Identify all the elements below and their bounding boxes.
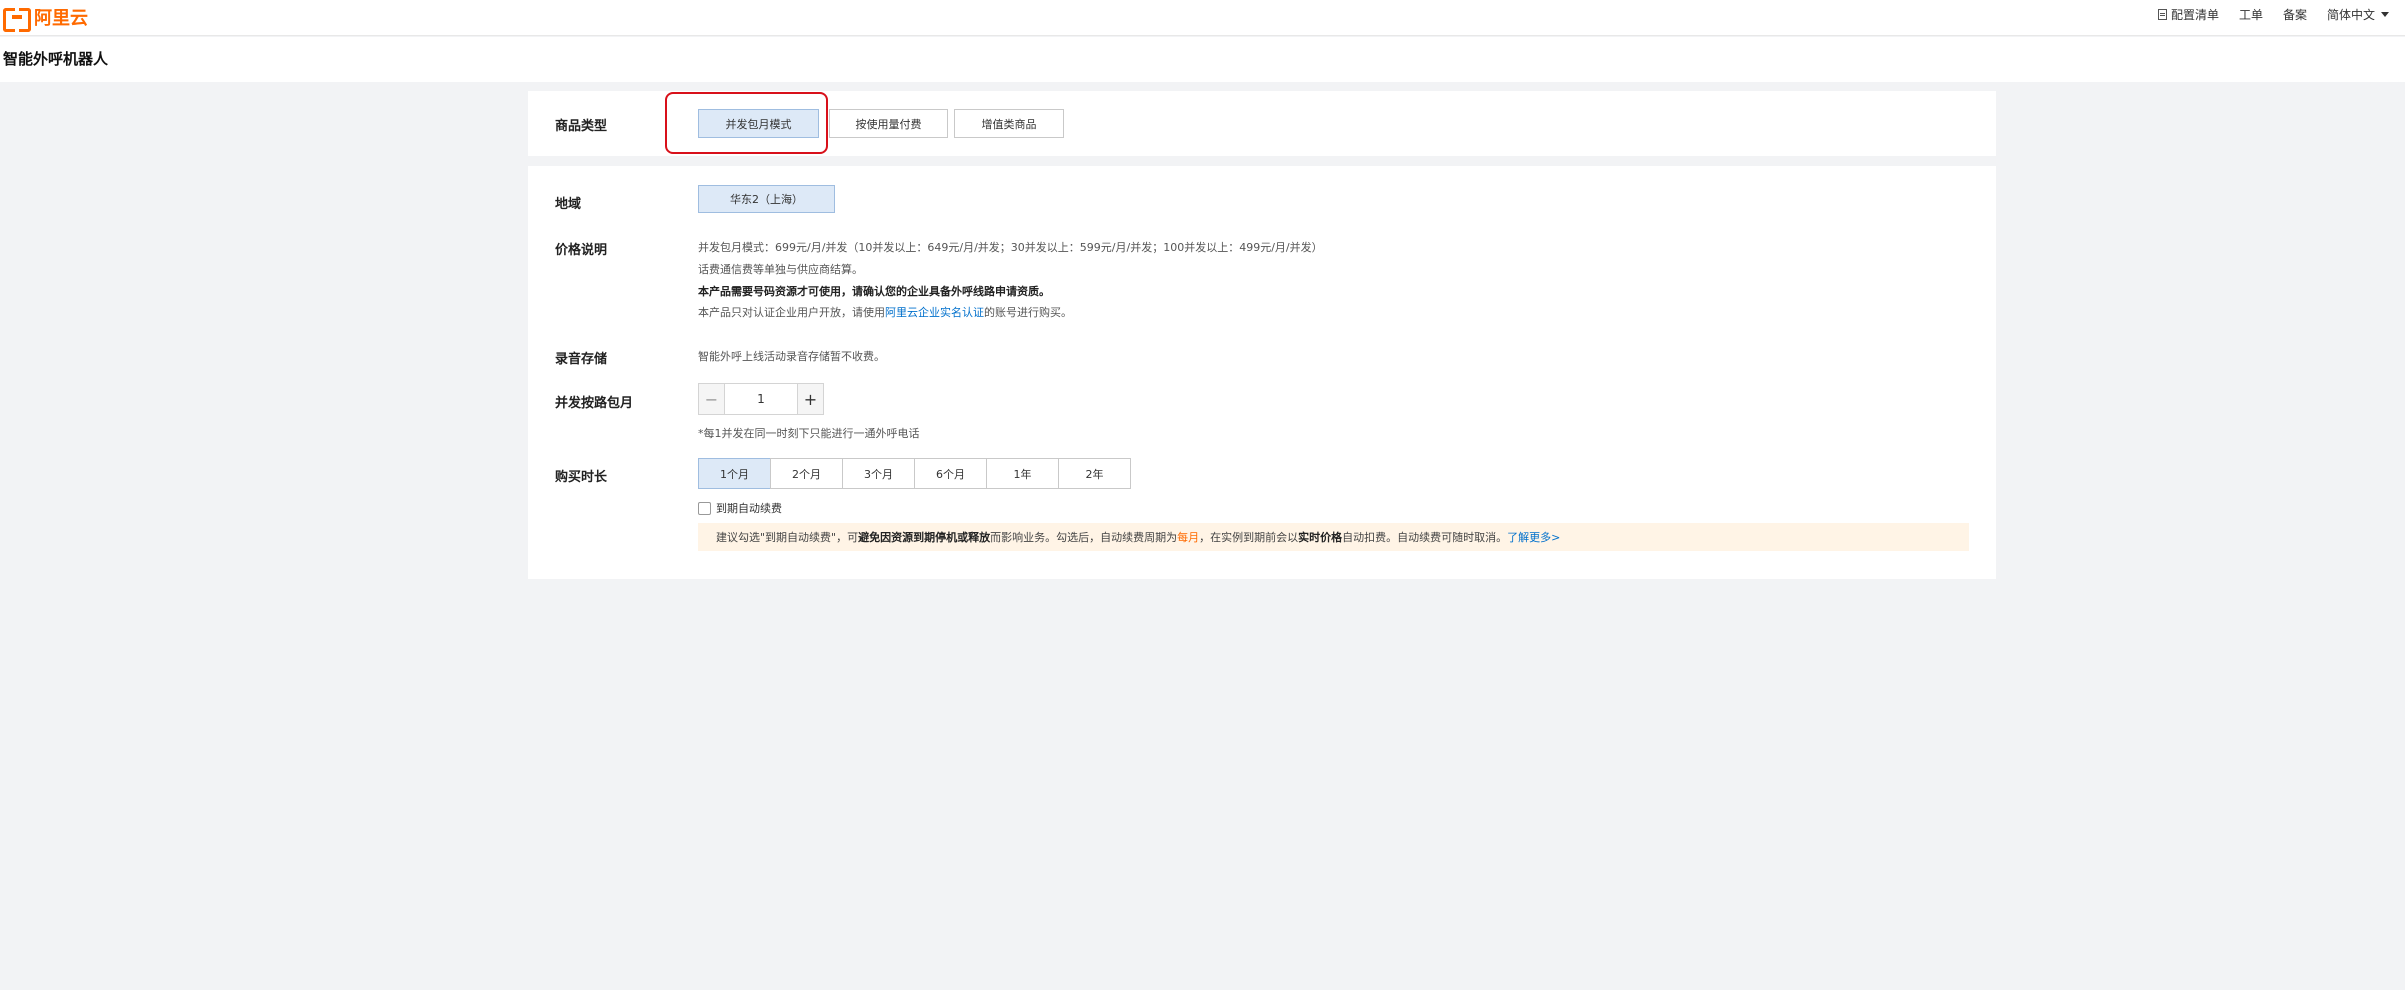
learn-more-link[interactable]: 了解更多>: [1507, 529, 1560, 545]
option-concurrent-monthly[interactable]: 并发包月模式: [698, 109, 819, 138]
notice-period: 每月: [1177, 531, 1200, 544]
nav-filing-label: 备案: [2282, 7, 2307, 22]
enterprise-verification-link[interactable]: 阿里云企业实名认证: [885, 306, 984, 319]
duration-6-months[interactable]: 6个月: [914, 458, 987, 489]
nav-ticket-label: 工单: [2238, 7, 2263, 22]
auto-renew-label[interactable]: 到期自动续费: [716, 500, 782, 516]
duration-label: 购买时长: [555, 470, 608, 485]
notice-part-4: 自动扣费。自动续费可随时取消。: [1342, 531, 1508, 544]
caret-down-icon: [2381, 11, 2389, 17]
auto-renew-notice: 建议勾选"到期自动续费"，可 避免因资源到期停机或释放 而影响业务。勾选后，自动续费…: [698, 523, 1969, 551]
concurrency-hint: *每1并发在同一时刻下只能进行一通外呼电话: [698, 427, 920, 440]
quantity-stepper: − 1 +: [698, 383, 824, 415]
recording-text: 智能外呼上线活动录音存储暂不收费。: [698, 350, 885, 363]
quantity-value[interactable]: 1: [724, 384, 798, 414]
top-bar: 阿里云 配置清单 工单 备案 简体中文: [0, 0, 2405, 36]
auto-renew-row: 到期自动续费: [698, 500, 782, 516]
language-selector[interactable]: 简体中文: [2327, 6, 2389, 23]
recording-label: 录音存储: [555, 352, 608, 367]
nav-config-list-label: 配置清单: [2170, 7, 2219, 22]
option-value-added[interactable]: 增值类商品: [954, 109, 1064, 138]
price-label: 价格说明: [555, 243, 608, 258]
logo-text: 阿里云: [34, 8, 88, 29]
page-title: 智能外呼机器人: [3, 50, 109, 68]
price-line-3: 本产品需要号码资源才可使用，请确认您的企业具备外呼线路申请资质。: [698, 285, 1050, 298]
concurrency-label: 并发按路包月: [555, 396, 634, 411]
duration-3-months[interactable]: 3个月: [842, 458, 915, 489]
product-type-card: 商品类型 并发包月模式 按使用量付费 增值类商品: [528, 91, 1996, 156]
top-nav: 配置清单 工单 备案 简体中文: [2157, 0, 2389, 28]
nav-config-list[interactable]: 配置清单: [2157, 6, 2219, 23]
notice-bold-2: 实时价格: [1298, 531, 1343, 544]
duration-1-year[interactable]: 1年: [986, 458, 1059, 489]
title-bar: 智能外呼机器人: [0, 37, 2405, 82]
region-label: 地域: [555, 197, 582, 212]
duration-2-months[interactable]: 2个月: [770, 458, 843, 489]
duration-options: 1个月 2个月 3个月 6个月 1年 2年: [698, 458, 1131, 489]
decrement-button[interactable]: −: [699, 384, 724, 414]
auto-renew-checkbox[interactable]: [698, 501, 711, 515]
option-pay-as-you-go[interactable]: 按使用量付费: [829, 109, 948, 138]
notice-part-1: 建议勾选"到期自动续费"，可: [716, 531, 859, 544]
duration-2-years[interactable]: 2年: [1058, 458, 1131, 489]
config-card: 地域 华东2（上海） 价格说明 并发包月模式：699元/月/并发（10并发以上：…: [528, 166, 1996, 579]
price-line-4: 本产品只对认证企业用户开放，请使用阿里云企业实名认证的账号进行购买。: [698, 304, 1072, 320]
notice-part-3: ，在实例到期前会以: [1199, 531, 1299, 544]
product-type-label: 商品类型: [555, 119, 608, 134]
nav-filing[interactable]: 备案: [2283, 6, 2307, 23]
document-icon: [2157, 8, 2167, 20]
price-line-1: 并发包月模式：699元/月/并发（10并发以上：649元/月/并发；30并发以上…: [698, 241, 1323, 254]
duration-1-month[interactable]: 1个月: [698, 458, 771, 489]
price-line-4-suffix: 的账号进行购买。: [984, 306, 1072, 319]
language-label: 简体中文: [2326, 7, 2375, 22]
notice-bold-1: 避免因资源到期停机或释放: [858, 531, 991, 544]
aliyun-logo-icon: [3, 8, 31, 32]
notice-part-2: 而影响业务。勾选后，自动续费周期为: [990, 531, 1178, 544]
increment-button[interactable]: +: [798, 384, 823, 414]
region-option-shanghai[interactable]: 华东2（上海）: [698, 185, 835, 213]
nav-ticket[interactable]: 工单: [2239, 6, 2263, 23]
aliyun-logo[interactable]: 阿里云: [3, 5, 88, 32]
price-line-4-prefix: 本产品只对认证企业用户开放，请使用: [698, 306, 885, 319]
price-line-2: 话费通信费等单独与供应商结算。: [698, 263, 863, 276]
